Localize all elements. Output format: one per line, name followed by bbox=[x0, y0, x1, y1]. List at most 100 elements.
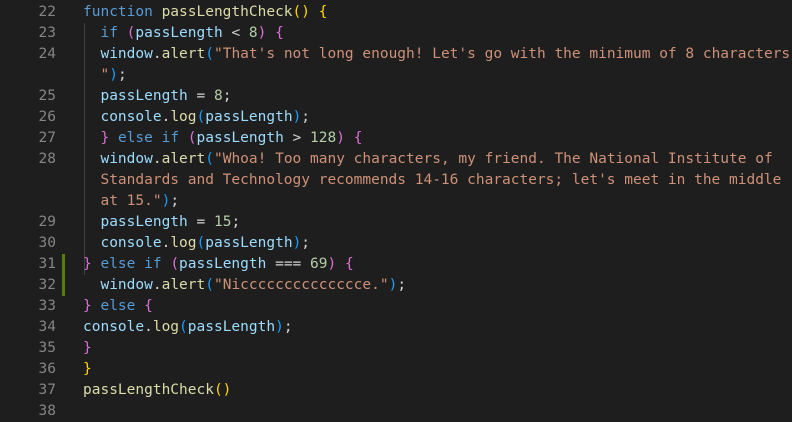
operator-token: = bbox=[187, 88, 214, 104]
number-token: 8 bbox=[248, 25, 258, 41]
bracket-token: { bbox=[344, 256, 354, 272]
number-token: 128 bbox=[310, 130, 337, 146]
line-number-gutter: 22 23 24 25 26 27 28 29 30 31 32 33 34 3… bbox=[0, 0, 60, 419]
bracket-token: ( bbox=[196, 109, 206, 125]
bracket-token: } bbox=[83, 256, 92, 272]
code-line-28-wrap-2[interactable]: at 15."); bbox=[83, 191, 179, 212]
string-token: at 15." bbox=[100, 193, 162, 209]
string-token: "Whoa! Too many characters, my friend. T… bbox=[213, 151, 773, 167]
operator-token: > bbox=[283, 130, 311, 146]
punctuation-token: ; bbox=[222, 88, 232, 104]
method-token: alert bbox=[161, 46, 206, 62]
code-line-31[interactable]: } else if (passLength === 69) { bbox=[83, 254, 354, 275]
bracket-token: ( bbox=[196, 235, 206, 251]
bracket-token: ) bbox=[161, 193, 171, 209]
line-number: 24 bbox=[38, 46, 56, 62]
variable-token: passLength bbox=[187, 319, 276, 335]
code-line-37[interactable]: passLengthCheck() bbox=[83, 380, 231, 401]
bracket-token: ( bbox=[170, 256, 180, 272]
punctuation-token: . bbox=[152, 46, 162, 62]
code-line-25[interactable]: passLength = 8; bbox=[83, 86, 231, 107]
bracket-token: } bbox=[100, 130, 110, 146]
variable-token: passLength bbox=[135, 25, 223, 41]
line-number: 22 bbox=[38, 4, 56, 20]
bracket-token: ) bbox=[292, 109, 302, 125]
method-token: alert bbox=[161, 151, 206, 167]
punctuation-token: ; bbox=[301, 109, 311, 125]
code-line-24[interactable]: window.alert("That's not long enough! Le… bbox=[83, 44, 792, 65]
bracket-token: ) bbox=[275, 319, 284, 335]
variable-token: passLength bbox=[205, 235, 293, 251]
punctuation-token: ; bbox=[231, 214, 241, 230]
code-line-29[interactable]: passLength = 15; bbox=[83, 212, 240, 233]
punctuation-token: . bbox=[152, 151, 162, 167]
punctuation-token: . bbox=[161, 235, 171, 251]
bracket-token: { bbox=[144, 298, 153, 314]
function-name-token: passLengthCheck bbox=[83, 382, 214, 398]
line-number: 33 bbox=[38, 298, 56, 314]
bracket-token: () bbox=[292, 4, 310, 20]
keyword-token: function bbox=[83, 4, 153, 20]
code-line-36[interactable]: } bbox=[83, 359, 92, 380]
bracket-token: ) bbox=[292, 235, 302, 251]
code-line-22[interactable]: function passLengthCheck() { bbox=[83, 2, 327, 23]
variable-token: passLength bbox=[100, 88, 188, 104]
bracket-token: ) bbox=[336, 130, 345, 146]
punctuation-token: . bbox=[144, 319, 153, 335]
function-name-token: passLengthCheck bbox=[161, 4, 293, 20]
line-number: 37 bbox=[38, 382, 56, 398]
variable-token: passLength bbox=[205, 109, 293, 125]
line-number: 35 bbox=[38, 340, 56, 356]
code-line-24-wrap[interactable]: "); bbox=[83, 65, 127, 86]
number-token: 8 bbox=[213, 88, 223, 104]
bracket-token: ( bbox=[179, 319, 188, 335]
code-line-28[interactable]: window.alert("Whoa! Too many characters,… bbox=[83, 149, 773, 170]
code-line-27[interactable]: } else if (passLength > 128) { bbox=[83, 128, 362, 149]
line-number: 32 bbox=[38, 277, 56, 293]
object-token: window bbox=[100, 277, 153, 293]
method-token: log bbox=[170, 235, 197, 251]
code-line-28-wrap-1[interactable]: Standards and Technology recommends 14-1… bbox=[83, 170, 781, 191]
keyword-token: else if bbox=[117, 130, 180, 146]
line-number: 34 bbox=[38, 319, 56, 335]
code-line-30[interactable]: console.log(passLength); bbox=[83, 233, 310, 254]
line-number: 29 bbox=[38, 214, 56, 230]
bracket-token: ( bbox=[205, 46, 214, 62]
method-token: log bbox=[170, 109, 197, 125]
bracket-token: () bbox=[213, 382, 232, 398]
punctuation-token: ; bbox=[301, 235, 311, 251]
object-token: console bbox=[100, 235, 162, 251]
number-token: 69 bbox=[310, 256, 328, 272]
code-editor[interactable]: 22 23 24 25 26 27 28 29 30 31 32 33 34 3… bbox=[0, 0, 792, 419]
code-line-23[interactable]: if (passLength < 8) { bbox=[83, 23, 283, 44]
line-number: 28 bbox=[38, 151, 56, 167]
operator-token: < bbox=[222, 25, 249, 41]
bracket-token: { bbox=[353, 130, 363, 146]
code-line-26[interactable]: console.log(passLength); bbox=[83, 107, 310, 128]
bracket-token: ( bbox=[205, 277, 214, 293]
object-token: window bbox=[100, 46, 153, 62]
bracket-token: ( bbox=[205, 151, 214, 167]
code-line-33[interactable]: } else { bbox=[83, 296, 153, 317]
line-number: 36 bbox=[38, 361, 56, 377]
keyword-token: else bbox=[100, 298, 136, 314]
bracket-token: ) bbox=[257, 25, 267, 41]
operator-token: === bbox=[266, 256, 311, 272]
bracket-token: } bbox=[83, 361, 92, 377]
bracket-token: { bbox=[318, 4, 328, 20]
punctuation-token: ; bbox=[117, 67, 127, 83]
code-line-34[interactable]: console.log(passLength); bbox=[83, 317, 293, 338]
git-modified-indicator[interactable] bbox=[62, 254, 65, 296]
keyword-token: if bbox=[100, 25, 118, 41]
bracket-token: } bbox=[83, 340, 92, 356]
bracket-token: ) bbox=[327, 256, 337, 272]
variable-token: passLength bbox=[100, 214, 188, 230]
punctuation-token: . bbox=[152, 277, 162, 293]
object-token: window bbox=[100, 151, 153, 167]
bracket-token: } bbox=[83, 298, 92, 314]
line-number: 26 bbox=[38, 109, 56, 125]
code-line-32[interactable]: window.alert("Nicccccccccccccce."); bbox=[83, 275, 406, 296]
code-line-35[interactable]: } bbox=[83, 338, 92, 359]
line-number: 38 bbox=[38, 403, 56, 419]
operator-token: = bbox=[187, 214, 214, 230]
